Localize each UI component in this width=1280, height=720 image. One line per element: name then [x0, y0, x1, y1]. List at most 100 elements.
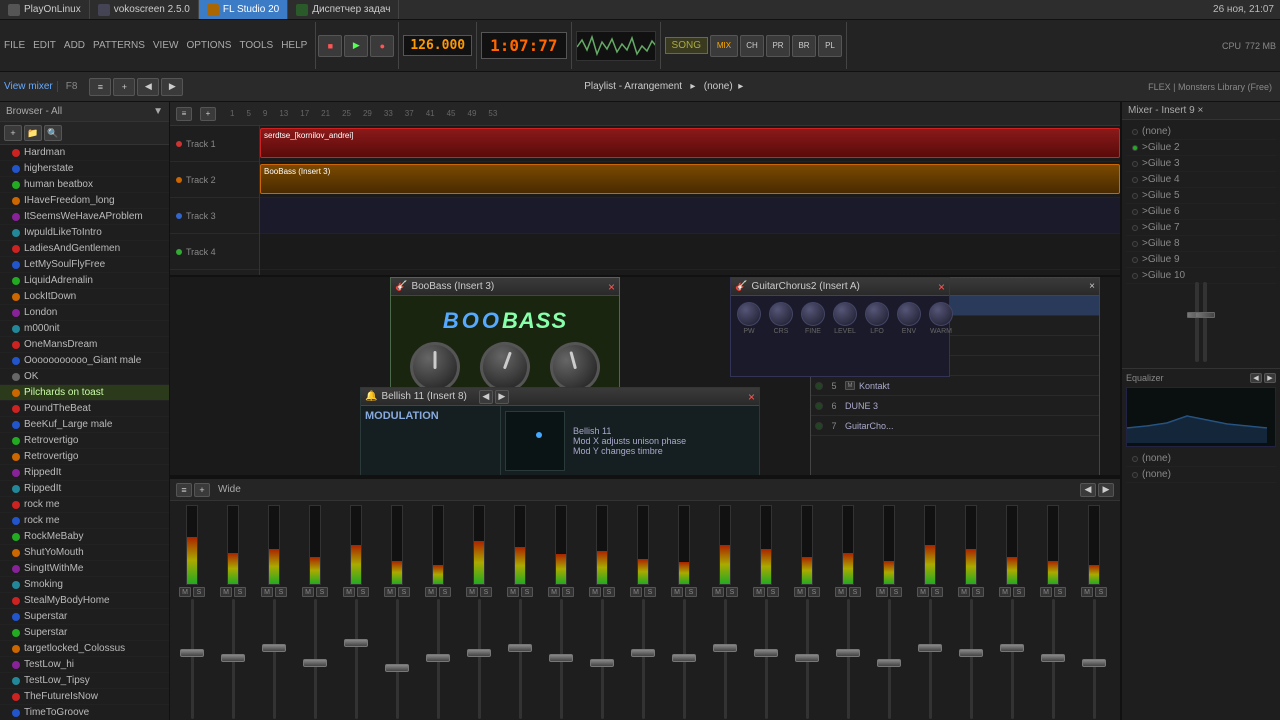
fader-knob-12[interactable] — [672, 654, 696, 662]
ch-solo-1[interactable]: S — [234, 587, 246, 597]
insert-fader-left-track[interactable] — [1195, 282, 1199, 362]
sidebar-item-35[interactable]: TimeToGroove — [0, 705, 169, 720]
sidebar-item-14[interactable]: OK — [0, 369, 169, 385]
sidebar-item-10[interactable]: London — [0, 305, 169, 321]
sidebar-item-18[interactable]: Retrovertigo — [0, 433, 169, 449]
fader-knob-5[interactable] — [385, 664, 409, 672]
boobass-titlebar[interactable]: 🎸 BooBass (Insert 3) × — [391, 278, 619, 296]
ch-solo-13[interactable]: S — [726, 587, 738, 597]
fader-knob-22[interactable] — [1082, 659, 1106, 667]
sidebar-item-6[interactable]: LadiesAndGentlemen — [0, 241, 169, 257]
sidebar-item-2[interactable]: human beatbox — [0, 177, 169, 193]
stop-button[interactable]: ■ — [318, 35, 342, 57]
ch-solo-7[interactable]: S — [480, 587, 492, 597]
ch-mute-14[interactable]: M — [753, 587, 765, 597]
ch-mute-7[interactable]: M — [466, 587, 478, 597]
tb2-btn3[interactable]: ◀ — [137, 78, 159, 96]
ch-mute-19[interactable]: M — [958, 587, 970, 597]
fader-knob-2[interactable] — [262, 644, 286, 652]
view-mixer-button[interactable]: View mixer — [4, 81, 53, 92]
insert-item-9[interactable]: >Gilue 10 — [1126, 268, 1276, 284]
boobass-close-btn[interactable]: × — [608, 280, 615, 294]
mixer-button[interactable]: MIX — [710, 35, 738, 57]
insert-bottom-2[interactable]: (none) — [1126, 467, 1276, 483]
fader-knob-11[interactable] — [631, 649, 655, 657]
fader-knob-9[interactable] — [549, 654, 573, 662]
sidebar-item-15[interactable]: Pilchards on toast — [0, 385, 169, 401]
ch-solo-16[interactable]: S — [849, 587, 861, 597]
sidebar-item-7[interactable]: LetMySoulFlyFree — [0, 257, 169, 273]
menu-file[interactable]: FILE — [4, 40, 25, 51]
ch-mute-12[interactable]: M — [671, 587, 683, 597]
piano-roll-button[interactable]: PR — [766, 35, 790, 57]
tb2-btn4[interactable]: ▶ — [161, 78, 183, 96]
ch-mute-11[interactable]: M — [630, 587, 642, 597]
guitar-chorus-titlebar[interactable]: 🎸 GuitarChorus2 (Insert A) × — [731, 278, 949, 296]
ch-mute-13[interactable]: M — [712, 587, 724, 597]
insert-item-5[interactable]: >Gilue 6 — [1126, 204, 1276, 220]
menu-view[interactable]: VIEW — [153, 40, 179, 51]
sidebar-folder-btn[interactable]: 📁 — [24, 125, 42, 141]
ch-mute-16[interactable]: M — [835, 587, 847, 597]
track-clip-1[interactable]: serdtse_[kornilov_andrei] — [260, 128, 1120, 158]
sidebar-item-28[interactable]: StealMyBodyHome — [0, 593, 169, 609]
fader-knob-3[interactable] — [303, 659, 327, 667]
fader-knob-15[interactable] — [795, 654, 819, 662]
tb2-btn1[interactable]: ≡ — [89, 78, 111, 96]
insert-fader-right-knob[interactable] — [1195, 312, 1215, 318]
fader-knob-16[interactable] — [836, 649, 860, 657]
tb2-btn2[interactable]: + — [113, 78, 135, 96]
menu-edit[interactable]: EDIT — [33, 40, 56, 51]
sidebar-item-23[interactable]: rock me — [0, 513, 169, 529]
fader-knob-8[interactable] — [508, 644, 532, 652]
play-button[interactable]: ▶ — [344, 35, 368, 57]
sidebar-item-16[interactable]: PoundTheBeat — [0, 401, 169, 417]
mixer-btn1[interactable]: ◀ — [1080, 483, 1096, 497]
sidebar-item-20[interactable]: RippedIt — [0, 465, 169, 481]
ch-mute-4[interactable]: M — [343, 587, 355, 597]
sidebar-item-29[interactable]: Superstar — [0, 609, 169, 625]
ch-solo-0[interactable]: S — [193, 587, 205, 597]
sidebar-item-32[interactable]: TestLow_hi — [0, 657, 169, 673]
sidebar-item-31[interactable]: targetlocked_Colossus — [0, 641, 169, 657]
ch-mute-0[interactable]: M — [179, 587, 191, 597]
sidebar-item-19[interactable]: Retrovertigo — [0, 449, 169, 465]
sidebar-item-17[interactable]: BeeKuf_Large male — [0, 417, 169, 433]
taskbar-tab-flstudio[interactable]: FL Studio 20 — [199, 0, 288, 19]
sidebar-item-11[interactable]: m000nit — [0, 321, 169, 337]
browser-button[interactable]: BR — [792, 35, 816, 57]
sidebar-item-8[interactable]: LiquidAdrenalin — [0, 273, 169, 289]
insert-item-7[interactable]: >Gilue 8 — [1126, 236, 1276, 252]
bass-knob[interactable] — [410, 342, 460, 392]
ch-mute-10[interactable]: M — [589, 587, 601, 597]
guitar-chorus-close[interactable]: × — [938, 280, 945, 294]
insert-item-3[interactable]: >Gilue 4 — [1126, 172, 1276, 188]
ch-solo-6[interactable]: S — [439, 587, 451, 597]
ch-solo-4[interactable]: S — [357, 587, 369, 597]
plugins-button[interactable]: PL — [818, 35, 842, 57]
ch-mute-1[interactable]: M — [220, 587, 232, 597]
bellish-xy[interactable] — [505, 411, 565, 471]
fader-knob-1[interactable] — [221, 654, 245, 662]
insert-rack-close[interactable]: × — [1197, 105, 1203, 116]
guitar-chorus-knob6[interactable] — [897, 302, 921, 326]
bellish-close[interactable]: × — [748, 390, 755, 404]
ch-solo-9[interactable]: S — [562, 587, 574, 597]
fader-knob-18[interactable] — [918, 644, 942, 652]
guitar-chorus-knob1[interactable] — [737, 302, 761, 326]
ch-solo-17[interactable]: S — [890, 587, 902, 597]
mixer-menu-btn[interactable]: ≡ — [176, 483, 192, 497]
sidebar-item-5[interactable]: IwpuldLikeToIntro — [0, 225, 169, 241]
ch-solo-10[interactable]: S — [603, 587, 615, 597]
ch-solo-2[interactable]: S — [275, 587, 287, 597]
sidebar-item-24[interactable]: RockMeBaby — [0, 529, 169, 545]
sidebar-item-3[interactable]: IHaveFreedom_long — [0, 193, 169, 209]
fader-knob-6[interactable] — [426, 654, 450, 662]
insert-item-4[interactable]: >Gilue 5 — [1126, 188, 1276, 204]
menu-options[interactable]: OPTIONS — [186, 40, 231, 51]
ch-solo-19[interactable]: S — [972, 587, 984, 597]
record-button[interactable]: ● — [370, 35, 394, 57]
eq-left-btn[interactable]: ◀ — [1250, 373, 1262, 383]
insert-item-6[interactable]: >Gilue 7 — [1126, 220, 1276, 236]
ch-solo-15[interactable]: S — [808, 587, 820, 597]
